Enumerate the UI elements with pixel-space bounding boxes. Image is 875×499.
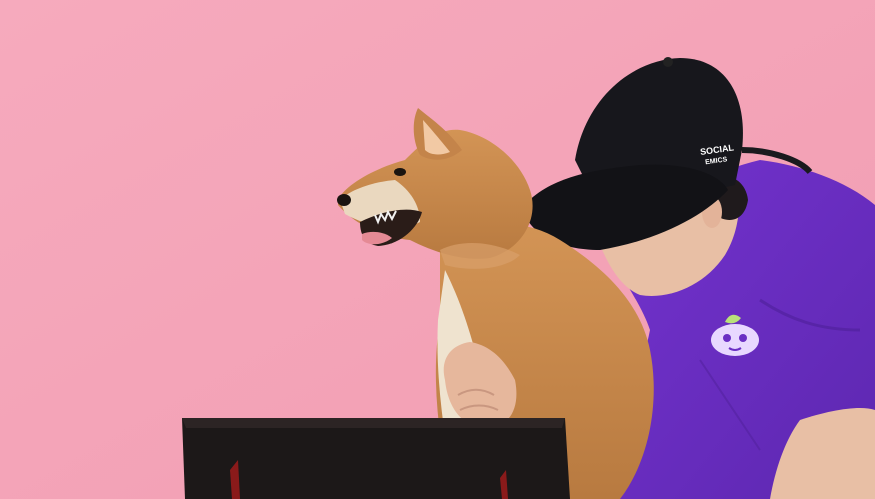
photo-scene: SOCIAL EMICS xyxy=(0,0,875,499)
photo-illustration: SOCIAL EMICS xyxy=(0,0,875,499)
dog-nose xyxy=(337,194,351,206)
dog-eye xyxy=(394,168,406,176)
black-box xyxy=(182,418,570,499)
